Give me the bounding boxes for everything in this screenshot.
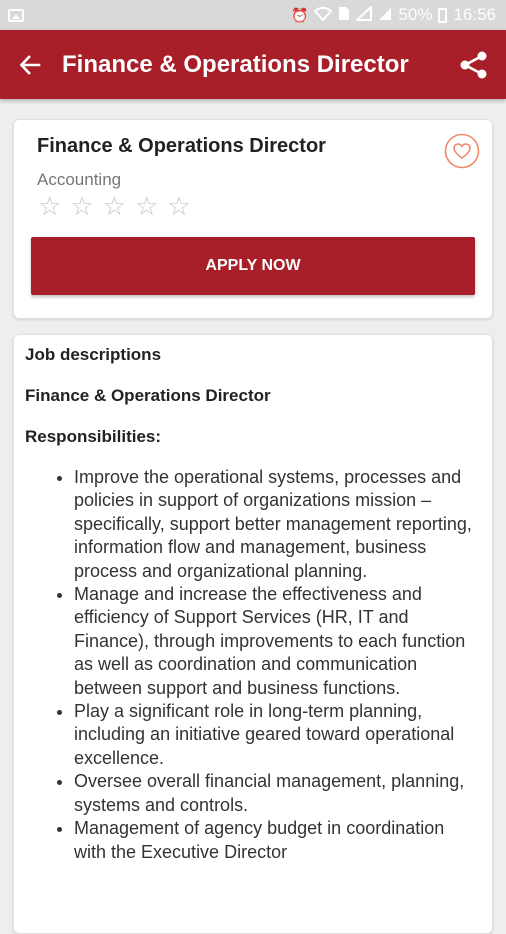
battery-icon: [438, 7, 448, 23]
app-bar: Finance & Operations Director: [0, 30, 506, 99]
list-item: Play a significant role in long-term pla…: [74, 700, 481, 770]
signal-icon-1: [354, 4, 373, 24]
star-icon-5[interactable]: ☆: [167, 193, 190, 219]
responsibilities-heading: Responsibilities:: [25, 427, 162, 446]
star-icon-2[interactable]: ☆: [70, 193, 93, 219]
battery-percent: 50%: [398, 5, 433, 24]
alarm-icon: ⏰: [290, 6, 309, 23]
sim-icon: [338, 6, 350, 24]
gallery-notification-icon: [8, 8, 24, 22]
job-description-card: Job descriptions Finance & Operations Di…: [13, 334, 493, 934]
rating-stars[interactable]: ☆ ☆ ☆ ☆ ☆: [38, 193, 191, 219]
description-heading: Job descriptions: [25, 345, 162, 364]
list-item: Improve the operational systems, process…: [74, 466, 481, 583]
wifi-icon: [314, 6, 333, 24]
job-title: Finance & Operations Director: [37, 135, 326, 157]
clock: 16:56: [453, 5, 496, 24]
list-item: Manage and increase the effectiveness an…: [74, 583, 481, 700]
responsibilities-list: Improve the operational systems, process…: [25, 466, 481, 864]
star-icon-4[interactable]: ☆: [135, 193, 158, 219]
share-icon[interactable]: [454, 45, 494, 85]
job-category: Accounting: [37, 170, 122, 189]
page-title: Finance & Operations Director: [62, 50, 409, 78]
apply-now-button[interactable]: APPLY NOW: [31, 237, 475, 295]
arrow-left-icon[interactable]: [10, 45, 50, 85]
list-item: Management of agency budget in coordinat…: [74, 817, 481, 864]
star-icon-1[interactable]: ☆: [38, 193, 61, 219]
signal-icon-2: [378, 7, 392, 24]
job-summary-card: Finance & Operations Director Accounting…: [13, 119, 493, 319]
list-item: Oversee overall financial management, pl…: [74, 770, 481, 817]
heart-icon[interactable]: [444, 133, 480, 169]
star-icon-3[interactable]: ☆: [103, 193, 126, 219]
description-subtitle: Finance & Operations Director: [25, 386, 271, 405]
status-bar: ⏰ 50% 16:56: [0, 0, 506, 30]
